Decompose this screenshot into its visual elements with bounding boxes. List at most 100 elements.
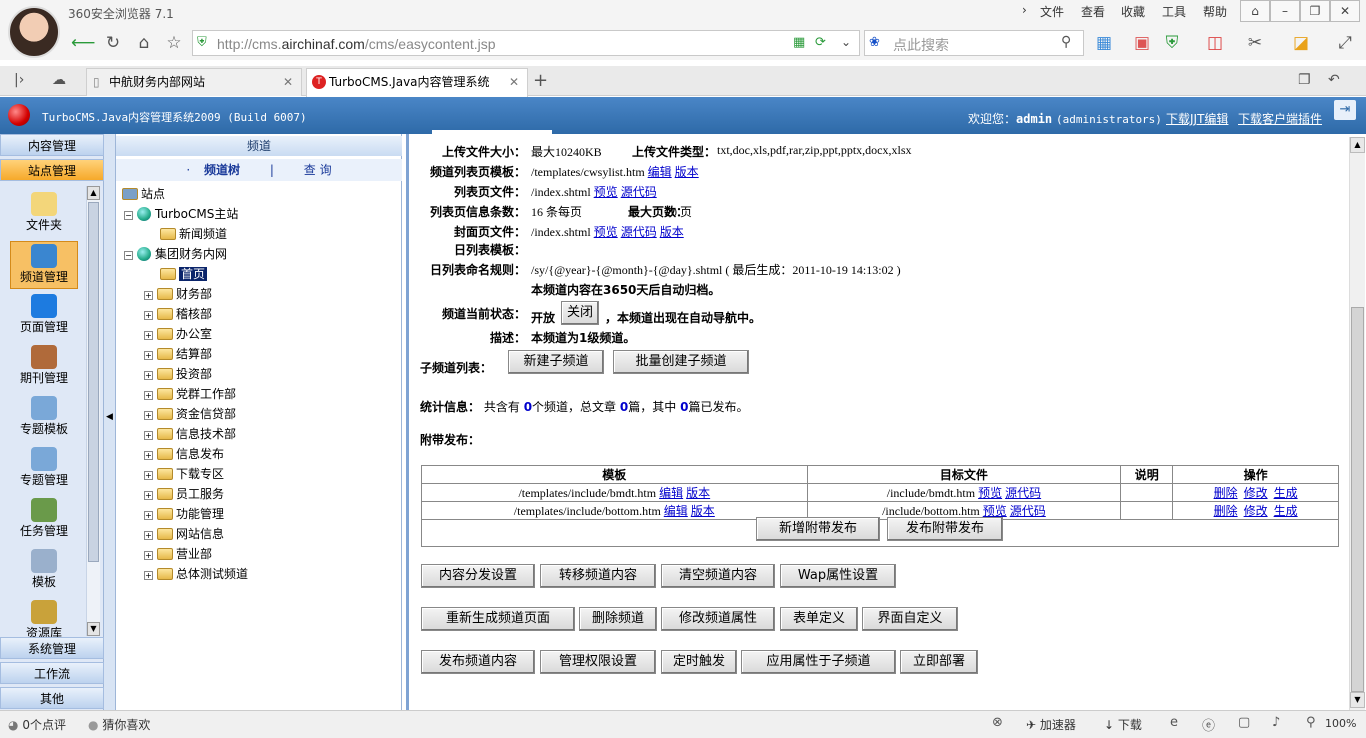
expand-icon[interactable]: +: [144, 391, 153, 400]
sidebar-item-6[interactable]: 专题管理: [10, 445, 78, 493]
tree-node[interactable]: + 投资部: [144, 365, 212, 383]
tree-node[interactable]: + 总体测试频道: [144, 565, 248, 583]
expand-icon[interactable]: +: [144, 571, 153, 580]
regenerate-pages-button[interactable]: 重新生成频道页面: [421, 607, 575, 631]
expand-icon[interactable]: +: [144, 471, 153, 480]
expand-icon[interactable]: +: [144, 431, 153, 440]
menu-site-management[interactable]: 站点管理: [0, 159, 104, 181]
tree-node[interactable]: + 下载专区: [144, 465, 224, 483]
baidu-paw-icon[interactable]: ❀: [869, 35, 880, 50]
sidebar-item-5[interactable]: 专题模板: [10, 394, 78, 442]
menu-view[interactable]: 查看: [1081, 3, 1105, 20]
new-sub-channel-button[interactable]: 新建子频道: [508, 350, 604, 374]
skin-icon[interactable]: ⌂: [1240, 0, 1270, 22]
refresh-icon[interactable]: ↻: [102, 32, 124, 54]
generate-link[interactable]: 生成: [1274, 504, 1298, 518]
edit-link[interactable]: 编辑: [659, 486, 683, 500]
tree-node[interactable]: + 资金信贷部: [144, 405, 236, 423]
preview-link[interactable]: 预览: [594, 225, 618, 239]
tab-close-icon[interactable]: ✕: [283, 69, 293, 95]
close-icon[interactable]: ✕: [1330, 0, 1360, 22]
sidebar-item-4[interactable]: 期刊管理: [10, 343, 78, 391]
edit-link[interactable]: 编辑: [664, 504, 688, 518]
calendar-icon[interactable]: ▣: [1131, 32, 1153, 54]
maximize-icon[interactable]: ❐: [1300, 0, 1330, 22]
search-box[interactable]: ❀ 点此搜索 ⚲: [864, 30, 1084, 56]
expand-icon[interactable]: +: [144, 491, 153, 500]
tab-internal-site[interactable]: ▯ 中航财务内部网站 ✕: [86, 68, 302, 96]
expand-icon[interactable]: +: [144, 411, 153, 420]
menu-other[interactable]: 其他: [0, 687, 104, 709]
modify-link[interactable]: 修改: [1244, 486, 1268, 500]
tree-node[interactable]: 首页: [160, 265, 208, 283]
download-editor-link[interactable]: 下载JJT编辑: [1166, 110, 1228, 127]
clear-content-button[interactable]: 清空频道内容: [661, 564, 775, 588]
comments-status[interactable]: ◕ 0个点评: [8, 716, 66, 733]
expand-icon[interactable]: +: [144, 531, 153, 540]
compat-mode-icon[interactable]: ⟳: [815, 35, 826, 50]
tree-node[interactable]: + 财务部: [144, 285, 212, 303]
menu-workflow[interactable]: 工作流: [0, 662, 104, 684]
logout-icon[interactable]: ⇥: [1334, 100, 1356, 120]
scroll-down-icon[interactable]: ▼: [1350, 692, 1365, 708]
expand-icon[interactable]: +: [144, 331, 153, 340]
new-tab-button[interactable]: +: [533, 70, 548, 91]
tree-node[interactable]: + 党群工作部: [144, 385, 236, 403]
collapse-icon[interactable]: −: [124, 211, 133, 220]
accelerator-button[interactable]: ✈ 加速器: [1026, 716, 1076, 733]
tab-list-icon[interactable]: ❐: [1298, 72, 1311, 88]
scroll-up-icon[interactable]: ▲: [87, 186, 100, 200]
menu-content-management[interactable]: 内容管理: [0, 134, 104, 156]
left-menu-scrollbar[interactable]: ▲ ▼: [86, 186, 100, 636]
delete-link[interactable]: 删除: [1214, 504, 1238, 518]
adblock-icon[interactable]: ◫: [1204, 32, 1226, 54]
batch-create-sub-channel-button[interactable]: 批量创建子频道: [613, 350, 749, 374]
back-icon[interactable]: ⟵: [71, 32, 95, 54]
add-attach-publish-button[interactable]: 新增附带发布: [756, 517, 880, 541]
sidebar-item-3[interactable]: 页面管理: [10, 292, 78, 340]
expand-icon[interactable]: +: [144, 451, 153, 460]
apps-icon[interactable]: ▦: [1093, 32, 1115, 54]
tree-node[interactable]: + 结算部: [144, 345, 212, 363]
form-definition-button[interactable]: 表单定义: [780, 607, 858, 631]
qr-code-icon[interactable]: ▦: [793, 35, 805, 50]
close-channel-button[interactable]: 关闭: [561, 301, 599, 325]
tree-node[interactable]: + 员工服务: [144, 485, 224, 503]
zoom-icon[interactable]: ⚲: [1306, 715, 1316, 730]
scroll-down-icon[interactable]: ▼: [87, 622, 100, 636]
publish-attach-button[interactable]: 发布附带发布: [887, 517, 1003, 541]
delete-link[interactable]: 删除: [1214, 486, 1238, 500]
generate-link[interactable]: 生成: [1274, 486, 1298, 500]
search-icon[interactable]: ⚲: [1061, 34, 1071, 50]
tree-node[interactable]: − TurboCMS主站: [124, 205, 238, 223]
expand-icon[interactable]: +: [144, 351, 153, 360]
tree-node[interactable]: + 功能管理: [144, 505, 224, 523]
tree-node[interactable]: − 集团财务内网: [124, 245, 227, 263]
modify-channel-button[interactable]: 修改频道属性: [661, 607, 775, 631]
tree-node[interactable]: 新闻频道: [160, 225, 227, 243]
collapse-left-icon[interactable]: ◀: [106, 412, 113, 422]
sidebar-item-7[interactable]: 任务管理: [10, 496, 78, 544]
expand-icon[interactable]: +: [144, 371, 153, 380]
collapse-icon[interactable]: −: [124, 251, 133, 260]
menu-favorites[interactable]: 收藏: [1121, 3, 1145, 20]
version-link[interactable]: 版本: [675, 165, 699, 179]
dropdown-chevron-icon[interactable]: ⌄: [841, 35, 851, 49]
tree-node[interactable]: + 信息发布: [144, 445, 224, 463]
tree-node[interactable]: + 办公室: [144, 325, 212, 343]
menu-help[interactable]: 帮助: [1203, 3, 1227, 20]
zoom-level[interactable]: 100%: [1325, 717, 1356, 730]
publish-channel-button[interactable]: 发布频道内容: [421, 650, 535, 674]
tree-node[interactable]: + 稽核部: [144, 305, 212, 323]
expand-icon[interactable]: +: [144, 311, 153, 320]
sidebar-toggle-icon[interactable]: |›: [14, 72, 24, 88]
expand-icon[interactable]: +: [144, 291, 153, 300]
content-distribution-button[interactable]: 内容分发设置: [421, 564, 535, 588]
user-avatar[interactable]: [8, 6, 60, 58]
source-link[interactable]: 源代码: [1010, 504, 1046, 518]
version-link[interactable]: 版本: [686, 486, 710, 500]
version-link[interactable]: 版本: [691, 504, 715, 518]
download-button[interactable]: ↓ 下载: [1104, 716, 1142, 733]
tab-channel-tree[interactable]: 频道树: [204, 163, 240, 177]
expand-icon[interactable]: +: [144, 511, 153, 520]
